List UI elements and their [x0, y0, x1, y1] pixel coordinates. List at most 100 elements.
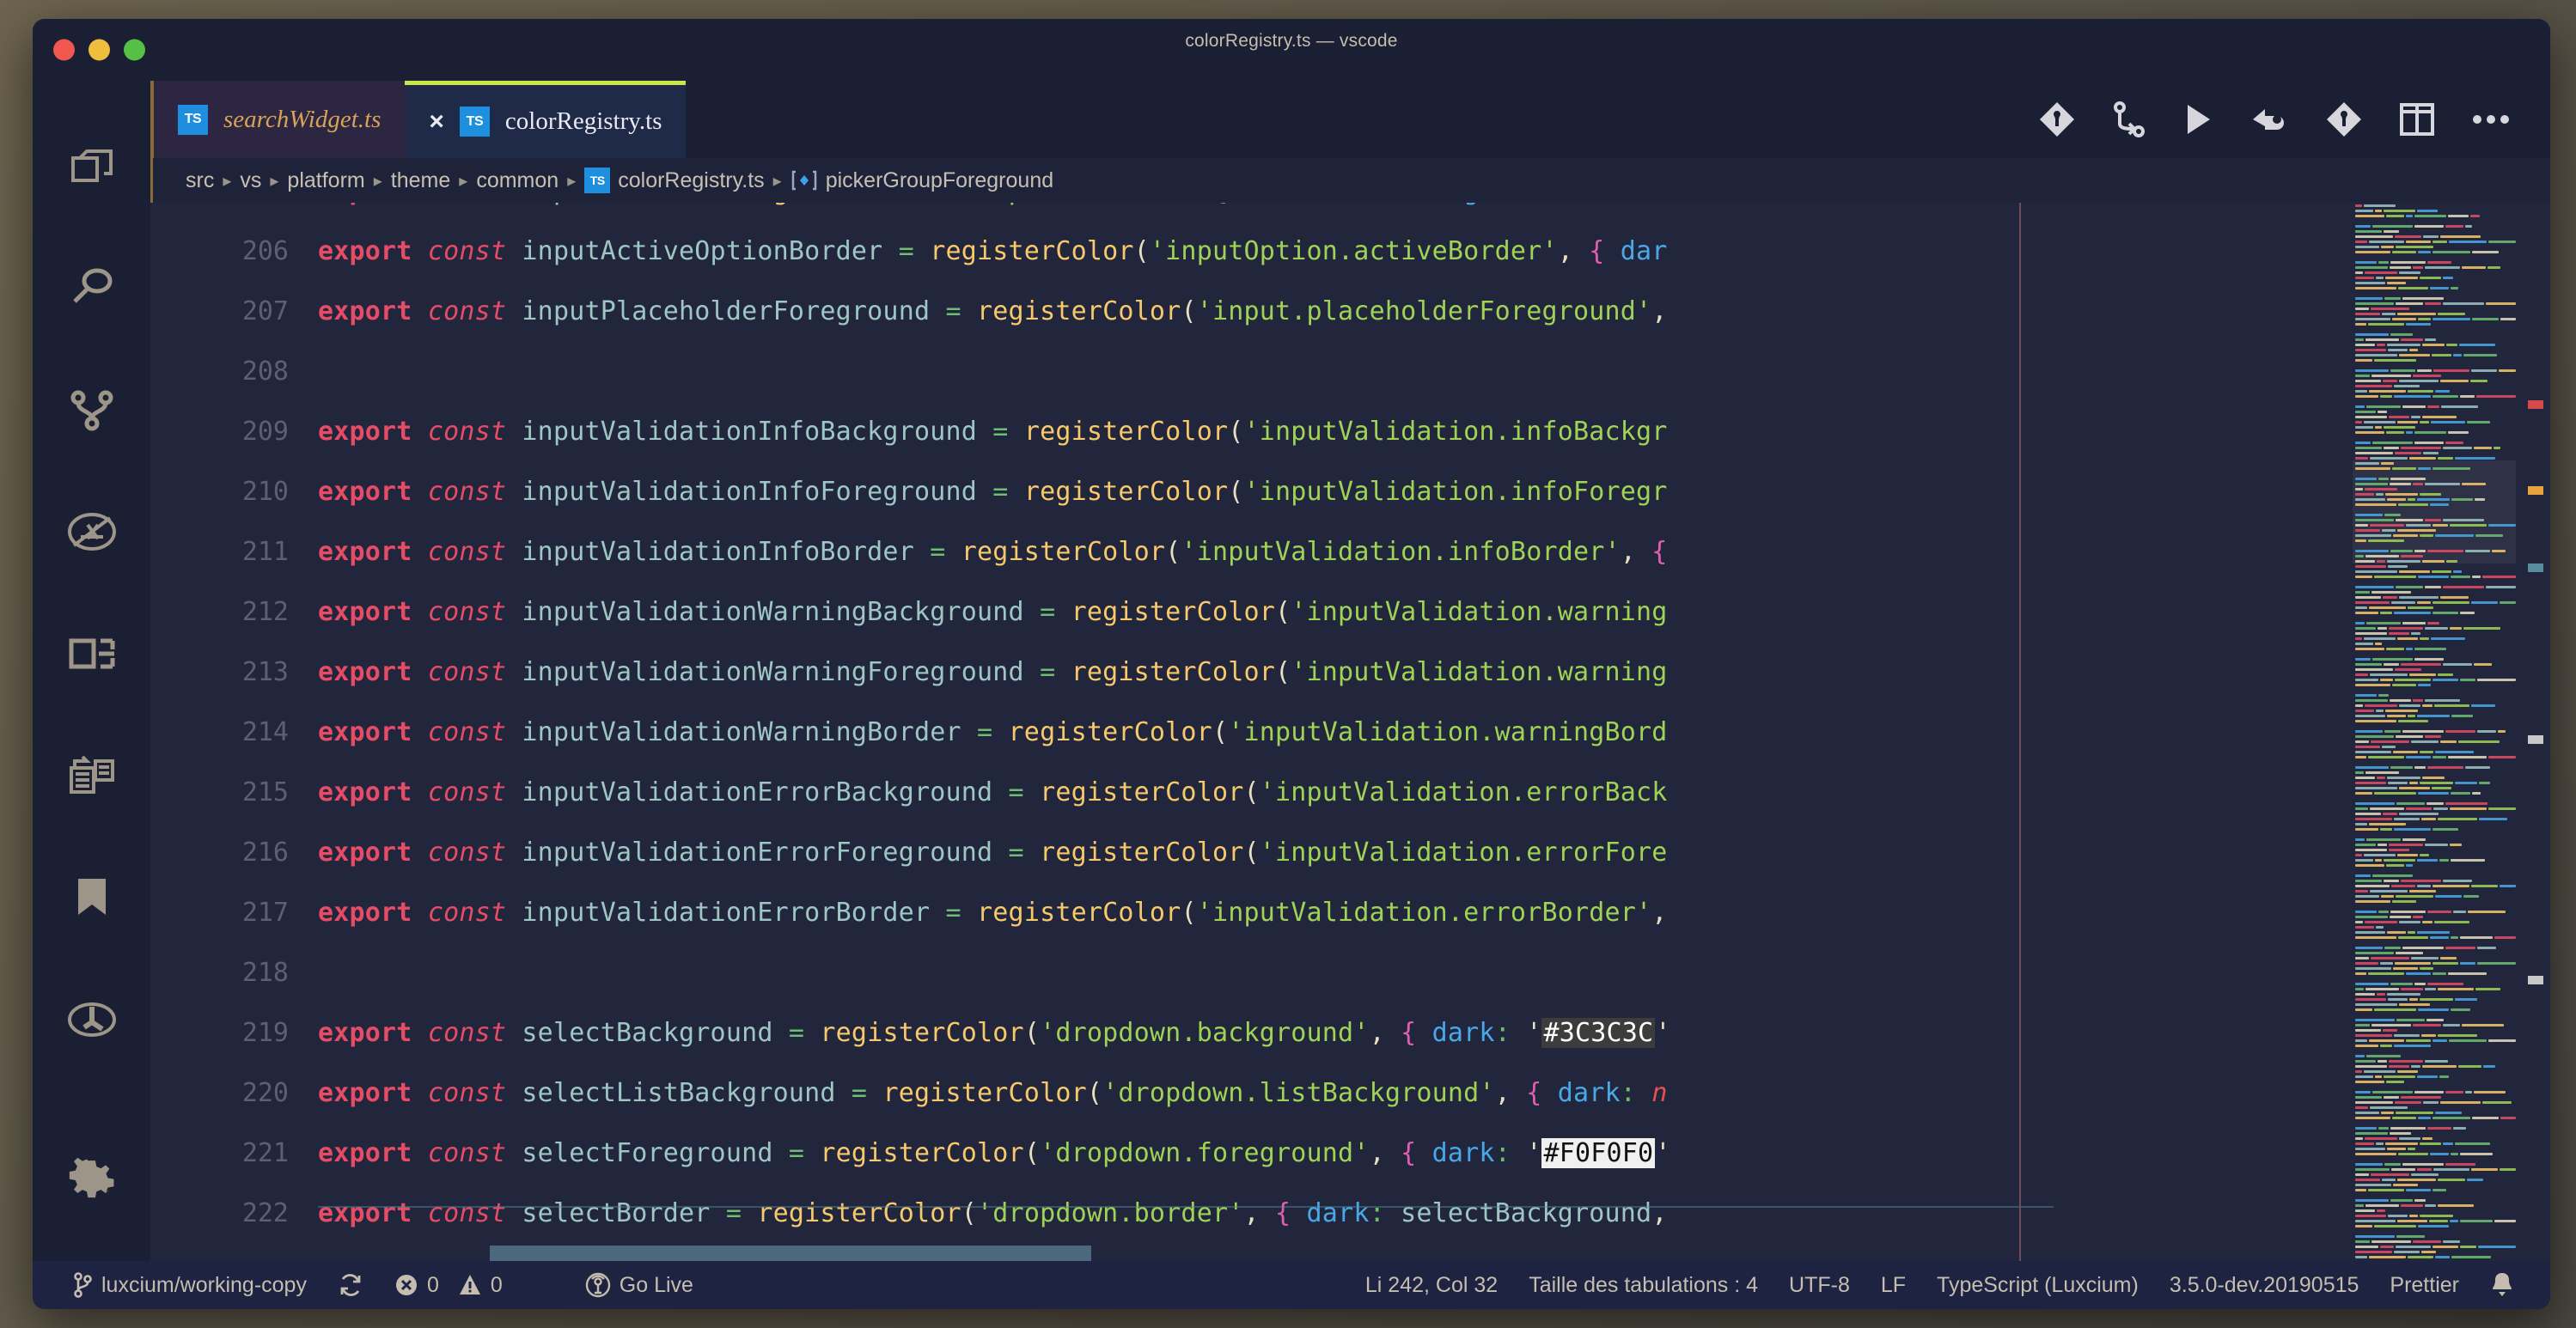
horizontal-scrollbar[interactable] — [318, 1246, 2353, 1261]
code-line[interactable]: export const inputValidationWarningBorde… — [318, 703, 1671, 763]
source-lines[interactable]: export const inputBorder = registerColor… — [318, 203, 1671, 1244]
code-line[interactable]: export const inputValidationInfoForegrou… — [318, 462, 1671, 522]
gitlens-icon[interactable] — [2038, 101, 2076, 138]
split-editor-icon[interactable] — [2399, 102, 2435, 137]
code-line[interactable]: export const inputValidationWarningForeg… — [318, 643, 1671, 703]
breadcrumb-item-src[interactable]: src — [182, 168, 217, 193]
status-ts-version[interactable]: 3.5.0-dev.20190515 — [2154, 1261, 2375, 1309]
code-line[interactable]: export const selectListBackground = regi… — [318, 1063, 1671, 1124]
minimap-token — [2389, 416, 2409, 418]
horizontal-scrollbar-thumb[interactable] — [490, 1246, 1091, 1261]
code-token: inputValidationErrorForeground — [522, 838, 992, 868]
minimap-token — [2414, 550, 2426, 552]
activity-item-bookmarks[interactable] — [33, 837, 150, 959]
breadcrumb-item-platform[interactable]: platform — [284, 168, 368, 193]
code-token — [1024, 838, 1040, 868]
breadcrumb-item-vs[interactable]: vs — [236, 168, 265, 193]
code-line[interactable]: export const selectBorder = registerColo… — [318, 1184, 1671, 1244]
status-cursor-position[interactable]: Li 242, Col 32 — [1350, 1261, 1513, 1309]
minimap-token — [2355, 926, 2374, 929]
activity-item-test[interactable] — [33, 959, 150, 1081]
code-line[interactable]: export const inputValidationErrorBorder … — [318, 883, 1671, 943]
code-token: registerColor — [1024, 417, 1228, 447]
code-line[interactable] — [318, 342, 1671, 402]
status-branch[interactable]: luxcium/working-copy — [57, 1261, 322, 1309]
activity-item-explorer[interactable] — [33, 105, 150, 227]
minimap-token — [2411, 740, 2439, 743]
minimap-token — [2392, 1117, 2416, 1119]
code-token: n — [1651, 1078, 1667, 1108]
activity-item-extensions[interactable] — [33, 593, 150, 715]
code-line[interactable]: export const inputPlaceholderForeground … — [318, 282, 1671, 342]
overview-ruler[interactable] — [2523, 203, 2543, 1261]
minimap-token — [2355, 720, 2396, 722]
tab-colorRegistry[interactable]: × TS colorRegistry.ts — [405, 81, 686, 158]
code-line[interactable]: export const inputValidationInfoBackgrou… — [318, 402, 1671, 462]
breadcrumb-item-file[interactable]: TS colorRegistry.ts — [581, 168, 767, 193]
minimap-token — [2355, 601, 2390, 604]
activity-item-source-control[interactable] — [33, 349, 150, 471]
breadcrumb-item-common[interactable]: common — [473, 168, 562, 193]
minimap-token — [2414, 648, 2446, 650]
toggle-blame-icon[interactable] — [2249, 104, 2289, 135]
close-window-button[interactable] — [53, 40, 75, 61]
minimap-token — [2398, 1153, 2428, 1155]
minimap[interactable] — [2353, 203, 2516, 1261]
status-problems[interactable]: 0 0 — [379, 1261, 518, 1309]
breadcrumb-item-symbol[interactable]: pickerGroupForeground — [787, 168, 1057, 193]
status-eol[interactable]: LF — [1865, 1261, 1921, 1309]
minimize-window-button[interactable] — [89, 40, 110, 61]
status-encoding[interactable]: UTF-8 — [1773, 1261, 1865, 1309]
status-language-mode[interactable]: TypeScript (Luxcium) — [1921, 1261, 2154, 1309]
code-line[interactable] — [318, 943, 1671, 1003]
minimap-token — [2418, 576, 2449, 578]
code-token — [1385, 1018, 1401, 1048]
code-content[interactable]: export const inputBorder = registerColor… — [318, 203, 2550, 1261]
minimap-token — [2387, 931, 2406, 934]
activity-item-remote-explorer[interactable] — [33, 715, 150, 837]
code-token — [1260, 1198, 1275, 1228]
code-token: ( — [1228, 417, 1243, 447]
code-line[interactable]: export const inputValidationWarningBackg… — [318, 582, 1671, 643]
activity-item-manage[interactable] — [33, 1118, 150, 1240]
code-line[interactable]: export const inputBorder = registerColor… — [318, 203, 1671, 222]
status-indentation[interactable]: Taille des tabulations : 4 — [1513, 1261, 1773, 1309]
maximize-window-button[interactable] — [124, 40, 145, 61]
minimap-token — [2368, 539, 2404, 542]
code-line[interactable]: export const inputValidationErrorForegro… — [318, 823, 1671, 883]
activity-item-search[interactable] — [33, 227, 150, 349]
compare-changes-icon[interactable] — [2112, 101, 2146, 138]
code-token: export — [318, 417, 412, 447]
status-error-count: 0 — [427, 1273, 439, 1298]
code-editor[interactable]: 206 207 208 209 210 211 212 213 214 215 … — [150, 203, 2550, 1261]
minimap-token — [2406, 323, 2431, 326]
code-line[interactable]: export const inputActiveOptionBorder = r… — [318, 222, 1671, 282]
gitlens-file-annotations-icon[interactable] — [2325, 101, 2363, 138]
code-line[interactable]: export const selectBackground = register… — [318, 1003, 1671, 1063]
activity-item-debug-disabled[interactable] — [33, 471, 150, 593]
run-icon[interactable] — [2182, 101, 2213, 137]
code-line[interactable]: export const inputValidationInfoBorder =… — [318, 522, 1671, 582]
status-sync[interactable] — [322, 1261, 379, 1309]
minimap-token — [2355, 344, 2375, 346]
more-actions-icon[interactable] — [2471, 113, 2511, 126]
status-formatter[interactable]: Prettier — [2374, 1261, 2475, 1309]
tab-searchWidget[interactable]: TS searchWidget.ts — [150, 81, 405, 158]
code-line[interactable]: export const inputValidationErrorBackgro… — [318, 763, 1671, 823]
close-icon[interactable]: × — [429, 109, 444, 135]
minimap-token — [2372, 1240, 2411, 1243]
minimap-token — [2378, 478, 2389, 480]
minimap-token — [2494, 1220, 2516, 1222]
minimap-token — [2451, 576, 2470, 578]
status-notifications[interactable] — [2475, 1261, 2530, 1309]
minimap-token — [2390, 699, 2411, 702]
minimap-token — [2430, 287, 2449, 289]
code-token: inputValidationErrorBorder — [522, 898, 930, 928]
code-line[interactable]: export const selectForeground = register… — [318, 1124, 1671, 1184]
minimap-token — [2435, 390, 2450, 393]
minimap-token — [2389, 627, 2423, 630]
minimap-slider[interactable] — [2353, 460, 2516, 563]
status-go-live[interactable]: Go Live — [570, 1261, 709, 1309]
minimap-token — [2355, 555, 2364, 557]
breadcrumb-item-theme[interactable]: theme — [388, 168, 454, 193]
